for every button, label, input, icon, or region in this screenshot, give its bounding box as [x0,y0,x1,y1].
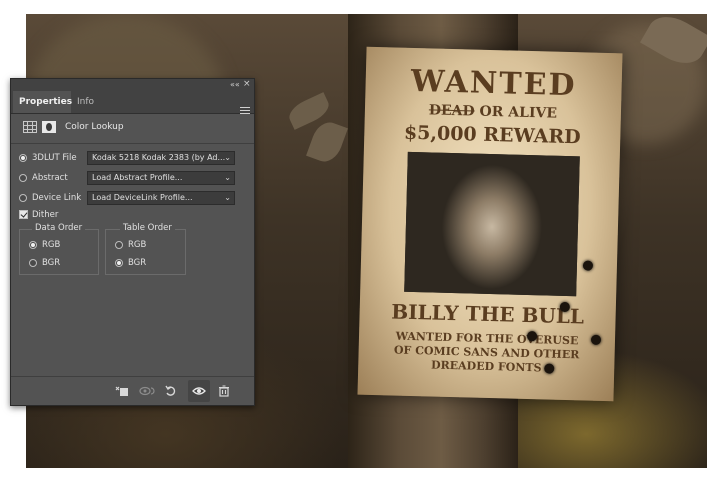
tab-info[interactable]: Info [71,91,111,113]
visibility-eye-icon[interactable] [192,385,206,397]
poster-reward: $5,000 REWARD [403,121,581,149]
poster-heading: WANTED [410,63,577,104]
3dlut-file-select[interactable]: Kodak 5218 Kodak 2383 (by Ad... ⌄ [87,151,235,165]
radio-3dlut-file[interactable] [19,154,27,162]
close-panel-icon[interactable]: × [243,79,251,89]
poster-portrait [404,151,580,297]
abstract-profile-select[interactable]: Load Abstract Profile... ⌄ [87,171,235,185]
poster-or-alive: OR ALIVE [474,103,558,122]
chevron-down-icon: ⌄ [224,153,231,162]
label-device-link: Device Link [32,193,82,203]
label-data-order-rgb: RGB [42,240,61,250]
view-previous-state-icon[interactable] [139,385,155,397]
poster-description: WANTED FOR THE OVERUSE OF COMIC SANS AND… [358,329,615,378]
tab-properties[interactable]: Properties [13,91,72,113]
chevron-down-icon: ⌄ [224,173,231,182]
table-order-legend: Table Order [120,223,175,233]
hamburger-menu-icon[interactable] [240,107,250,116]
label-3dlut-file: 3DLUT File [32,153,77,163]
select-value: Kodak 5218 Kodak 2383 (by Ad... [92,153,226,162]
clip-to-layer-icon[interactable] [115,385,129,397]
label-abstract: Abstract [32,173,68,183]
radio-data-order-bgr[interactable] [29,259,37,267]
chevron-down-icon: ⌄ [224,193,231,202]
devicelink-profile-select[interactable]: Load DeviceLink Profile... ⌄ [87,191,235,205]
panel-tab-bar: Properties Info [11,91,254,114]
data-order-group: Data Order RGB BGR [19,223,99,275]
reset-icon[interactable] [164,385,178,397]
adjustment-title: Color Lookup [65,122,124,132]
radio-device-link[interactable] [19,194,27,202]
select-value: Load Abstract Profile... [92,173,183,182]
data-order-legend: Data Order [32,223,86,233]
radio-table-order-bgr[interactable] [115,259,123,267]
radio-abstract[interactable] [19,174,27,182]
panel-bottom-toolbar [11,376,254,406]
label-table-order-rgb: RGB [128,240,147,250]
collapse-panel-icon[interactable]: «« [230,80,240,89]
divider [11,143,254,144]
panel-titlebar[interactable]: «« × [11,79,254,91]
bullet-hole [582,260,594,271]
layer-mask-icon[interactable] [42,121,56,133]
poster-dead-or-alive: DEAD OR ALIVE [365,101,621,124]
poster-name: BILLY THE BULL [390,299,585,329]
radio-table-order-rgb[interactable] [115,241,123,249]
label-dither: Dither [32,210,59,220]
color-lookup-grid-icon[interactable] [23,121,37,133]
select-value: Load DeviceLink Profile... [92,193,193,202]
table-order-group: Table Order RGB BGR [105,223,186,275]
label-table-order-bgr: BGR [128,258,147,268]
radio-data-order-rgb[interactable] [29,241,37,249]
poster-dead: DEAD [428,102,475,120]
label-data-order-bgr: BGR [42,258,61,268]
leaf [306,118,348,166]
trash-icon[interactable] [217,385,231,397]
properties-panel: «« × Properties Info Color Lookup 3DLUT … [10,78,255,406]
wanted-poster: WANTED DEAD OR ALIVE $5,000 REWARD BILLY… [357,46,623,402]
dither-checkbox[interactable] [19,210,28,219]
